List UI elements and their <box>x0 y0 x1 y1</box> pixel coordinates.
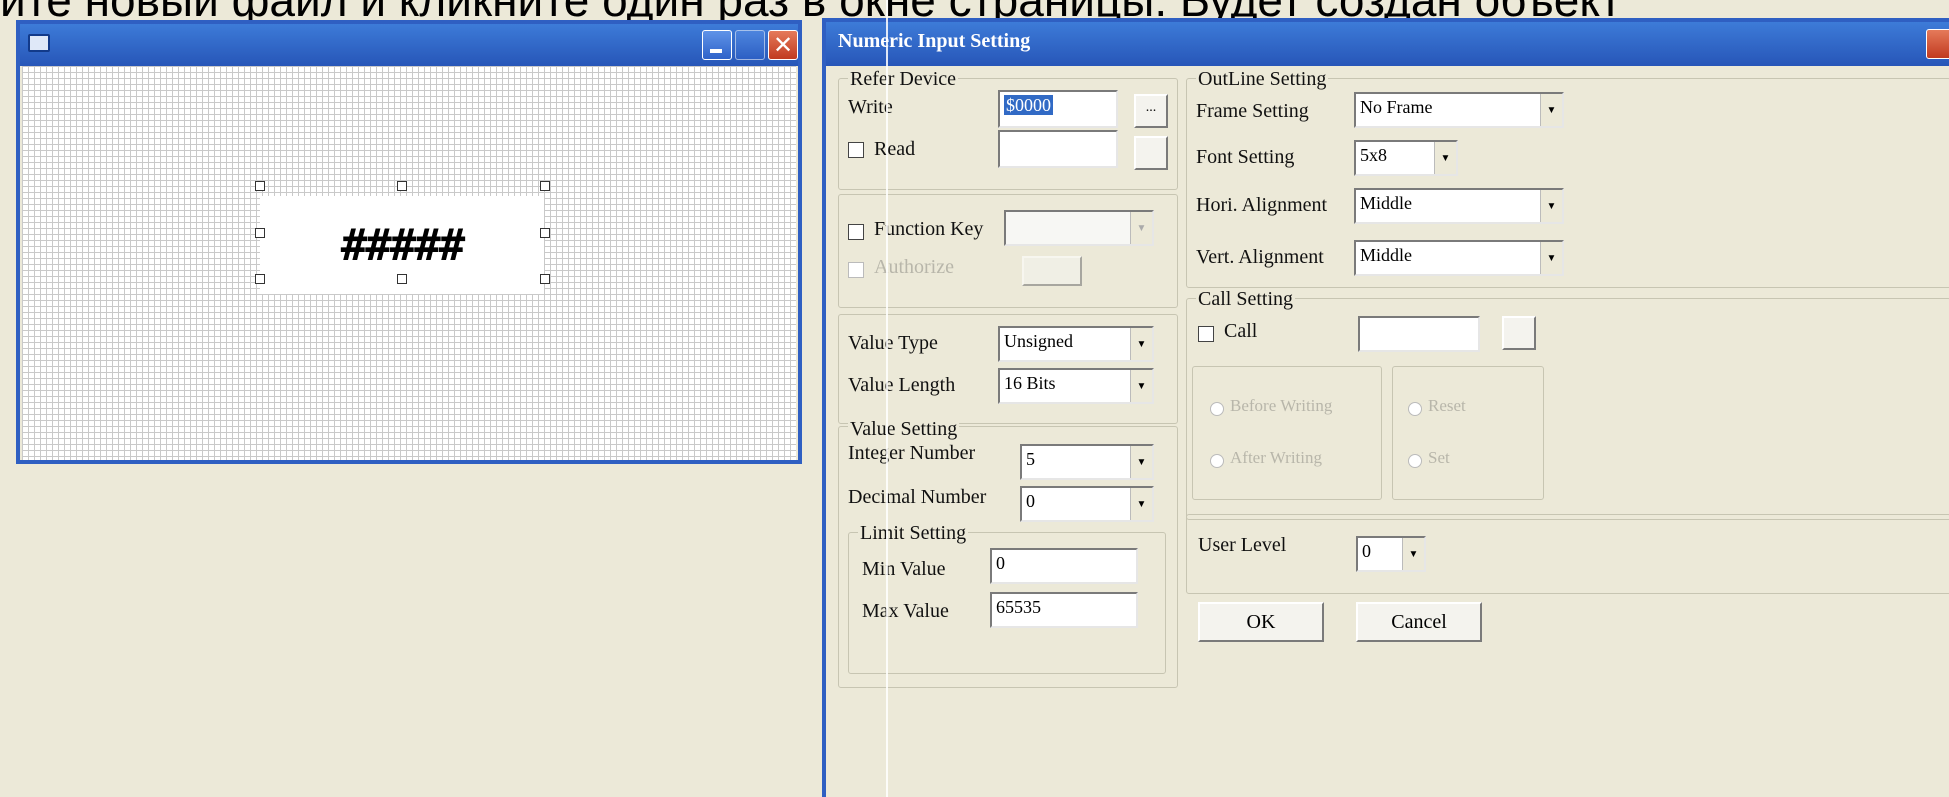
frame-setting-value: No Frame <box>1360 97 1433 117</box>
resize-handle-mr[interactable] <box>540 228 550 238</box>
dialog-close-icon[interactable] <box>1926 29 1949 59</box>
hori-alignment-value: Middle <box>1360 193 1412 213</box>
chevron-down-icon: ▼ <box>1130 370 1152 402</box>
set-label: Set <box>1428 448 1450 467</box>
chevron-down-icon: ▼ <box>1130 212 1152 244</box>
frame-setting-label: Frame Setting <box>1196 100 1309 122</box>
set-radio <box>1408 454 1422 468</box>
decimal-number-value: 0 <box>1026 491 1035 511</box>
resize-handle-br[interactable] <box>540 274 550 284</box>
max-value-field[interactable]: 65535 <box>990 592 1138 628</box>
decimal-number-label: Decimal Number <box>848 486 987 508</box>
font-setting-dropdown[interactable]: 5x8 ▼ <box>1354 140 1458 176</box>
frame-setting-dropdown[interactable]: No Frame ▼ <box>1354 92 1564 128</box>
resize-handle-ml[interactable] <box>255 228 265 238</box>
text-cursor-line <box>886 0 888 797</box>
value-type-dropdown[interactable]: Unsigned ▼ <box>998 326 1154 362</box>
reset-radio <box>1408 402 1422 416</box>
close-icon[interactable]: ✕ <box>768 30 798 60</box>
canvas-window: ✕ ##### <box>16 20 802 464</box>
read-device-field[interactable] <box>998 130 1118 168</box>
chevron-down-icon: ▼ <box>1540 242 1562 274</box>
chevron-down-icon: ▼ <box>1434 142 1456 174</box>
call-setting-label: Call Setting <box>1196 288 1295 311</box>
app-icon <box>28 34 50 52</box>
maximize-icon[interactable] <box>735 30 765 60</box>
cancel-button-label: Cancel <box>1391 610 1447 633</box>
max-value-label: Max Value <box>862 600 949 622</box>
after-writing-radio <box>1210 454 1224 468</box>
write-browse-button[interactable]: ... <box>1134 94 1168 128</box>
authorize-button <box>1022 256 1082 286</box>
call-label: Call <box>1224 320 1258 342</box>
function-key-checkbox[interactable] <box>848 224 864 240</box>
dialog-titlebar[interactable]: Numeric Input Setting <box>826 22 1949 66</box>
call-field[interactable] <box>1358 316 1480 352</box>
before-writing-label: Before Writing <box>1230 396 1333 415</box>
integer-number-label: Integer Number <box>848 442 976 464</box>
before-writing-radio <box>1210 402 1224 416</box>
user-level-group <box>1186 514 1949 594</box>
after-writing-label: After Writing <box>1230 448 1323 467</box>
authorize-checkbox <box>848 262 864 278</box>
value-length-dropdown[interactable]: 16 Bits ▼ <box>998 368 1154 404</box>
resize-handle-tc[interactable] <box>397 181 407 191</box>
write-browse-label: ... <box>1145 100 1157 115</box>
chevron-down-icon: ▼ <box>1540 94 1562 126</box>
value-type-label: Value Type <box>848 332 938 354</box>
ok-button-label: OK <box>1246 610 1276 633</box>
chevron-down-icon: ▼ <box>1130 328 1152 360</box>
resize-handle-bc[interactable] <box>397 274 407 284</box>
canvas-window-titlebar[interactable]: ✕ <box>20 24 798 66</box>
resize-handle-tl[interactable] <box>255 181 265 191</box>
call-timing-group <box>1192 366 1382 500</box>
design-canvas[interactable]: ##### <box>22 66 796 460</box>
call-action-group <box>1392 366 1544 500</box>
integer-number-dropdown[interactable]: 5 ▼ <box>1020 444 1154 480</box>
decimal-number-dropdown[interactable]: 0 ▼ <box>1020 486 1154 522</box>
min-value-label: Min Value <box>862 558 946 580</box>
user-level-label: User Level <box>1198 534 1287 556</box>
chevron-down-icon: ▼ <box>1130 488 1152 520</box>
refer-device-label: Refer Device <box>848 68 959 91</box>
font-setting-label: Font Setting <box>1196 146 1295 168</box>
write-device-value: $0000 <box>1004 95 1053 115</box>
chevron-down-icon: ▼ <box>1130 446 1152 478</box>
vert-alignment-value: Middle <box>1360 245 1412 265</box>
value-type-value: Unsigned <box>1004 331 1073 351</box>
vert-alignment-dropdown[interactable]: Middle ▼ <box>1354 240 1564 276</box>
write-device-field[interactable]: $0000 <box>998 90 1118 128</box>
user-level-value: 0 <box>1362 541 1371 561</box>
reset-label: Reset <box>1428 396 1466 415</box>
integer-number-value: 5 <box>1026 449 1035 469</box>
value-length-label: Value Length <box>848 374 956 396</box>
call-checkbox[interactable] <box>1198 326 1214 342</box>
user-level-dropdown[interactable]: 0 ▼ <box>1356 536 1426 572</box>
function-key-dropdown[interactable]: ▼ <box>1004 210 1154 246</box>
limit-setting-label: Limit Setting <box>858 522 969 545</box>
value-length-value: 16 Bits <box>1004 373 1056 393</box>
function-key-label: Function Key <box>874 218 984 240</box>
hori-alignment-label: Hori. Alignment <box>1196 194 1328 216</box>
value-setting-label: Value Setting <box>848 418 960 441</box>
hori-alignment-dropdown[interactable]: Middle ▼ <box>1354 188 1564 224</box>
min-value-field[interactable]: 0 <box>990 548 1138 584</box>
cancel-button[interactable]: Cancel <box>1356 602 1482 642</box>
minimize-icon[interactable] <box>702 30 732 60</box>
read-browse-button[interactable] <box>1134 136 1168 170</box>
vert-alignment-label: Vert. Alignment <box>1196 246 1324 268</box>
ok-button[interactable]: OK <box>1198 602 1324 642</box>
resize-handle-tr[interactable] <box>540 181 550 191</box>
read-checkbox[interactable] <box>848 142 864 158</box>
numeric-input-dialog: Numeric Input Setting Refer Device Write… <box>822 18 1949 797</box>
screen: ите новый файл и кликните один раз в окн… <box>0 0 1949 797</box>
chevron-down-icon: ▼ <box>1402 538 1424 570</box>
dialog-title: Numeric Input Setting <box>838 30 1031 52</box>
resize-handle-bl[interactable] <box>255 274 265 284</box>
read-label: Read <box>874 138 916 160</box>
call-browse-button[interactable] <box>1502 316 1536 350</box>
font-setting-value: 5x8 <box>1360 145 1387 165</box>
outline-setting-label: OutLine Setting <box>1196 68 1329 91</box>
chevron-down-icon: ▼ <box>1540 190 1562 222</box>
